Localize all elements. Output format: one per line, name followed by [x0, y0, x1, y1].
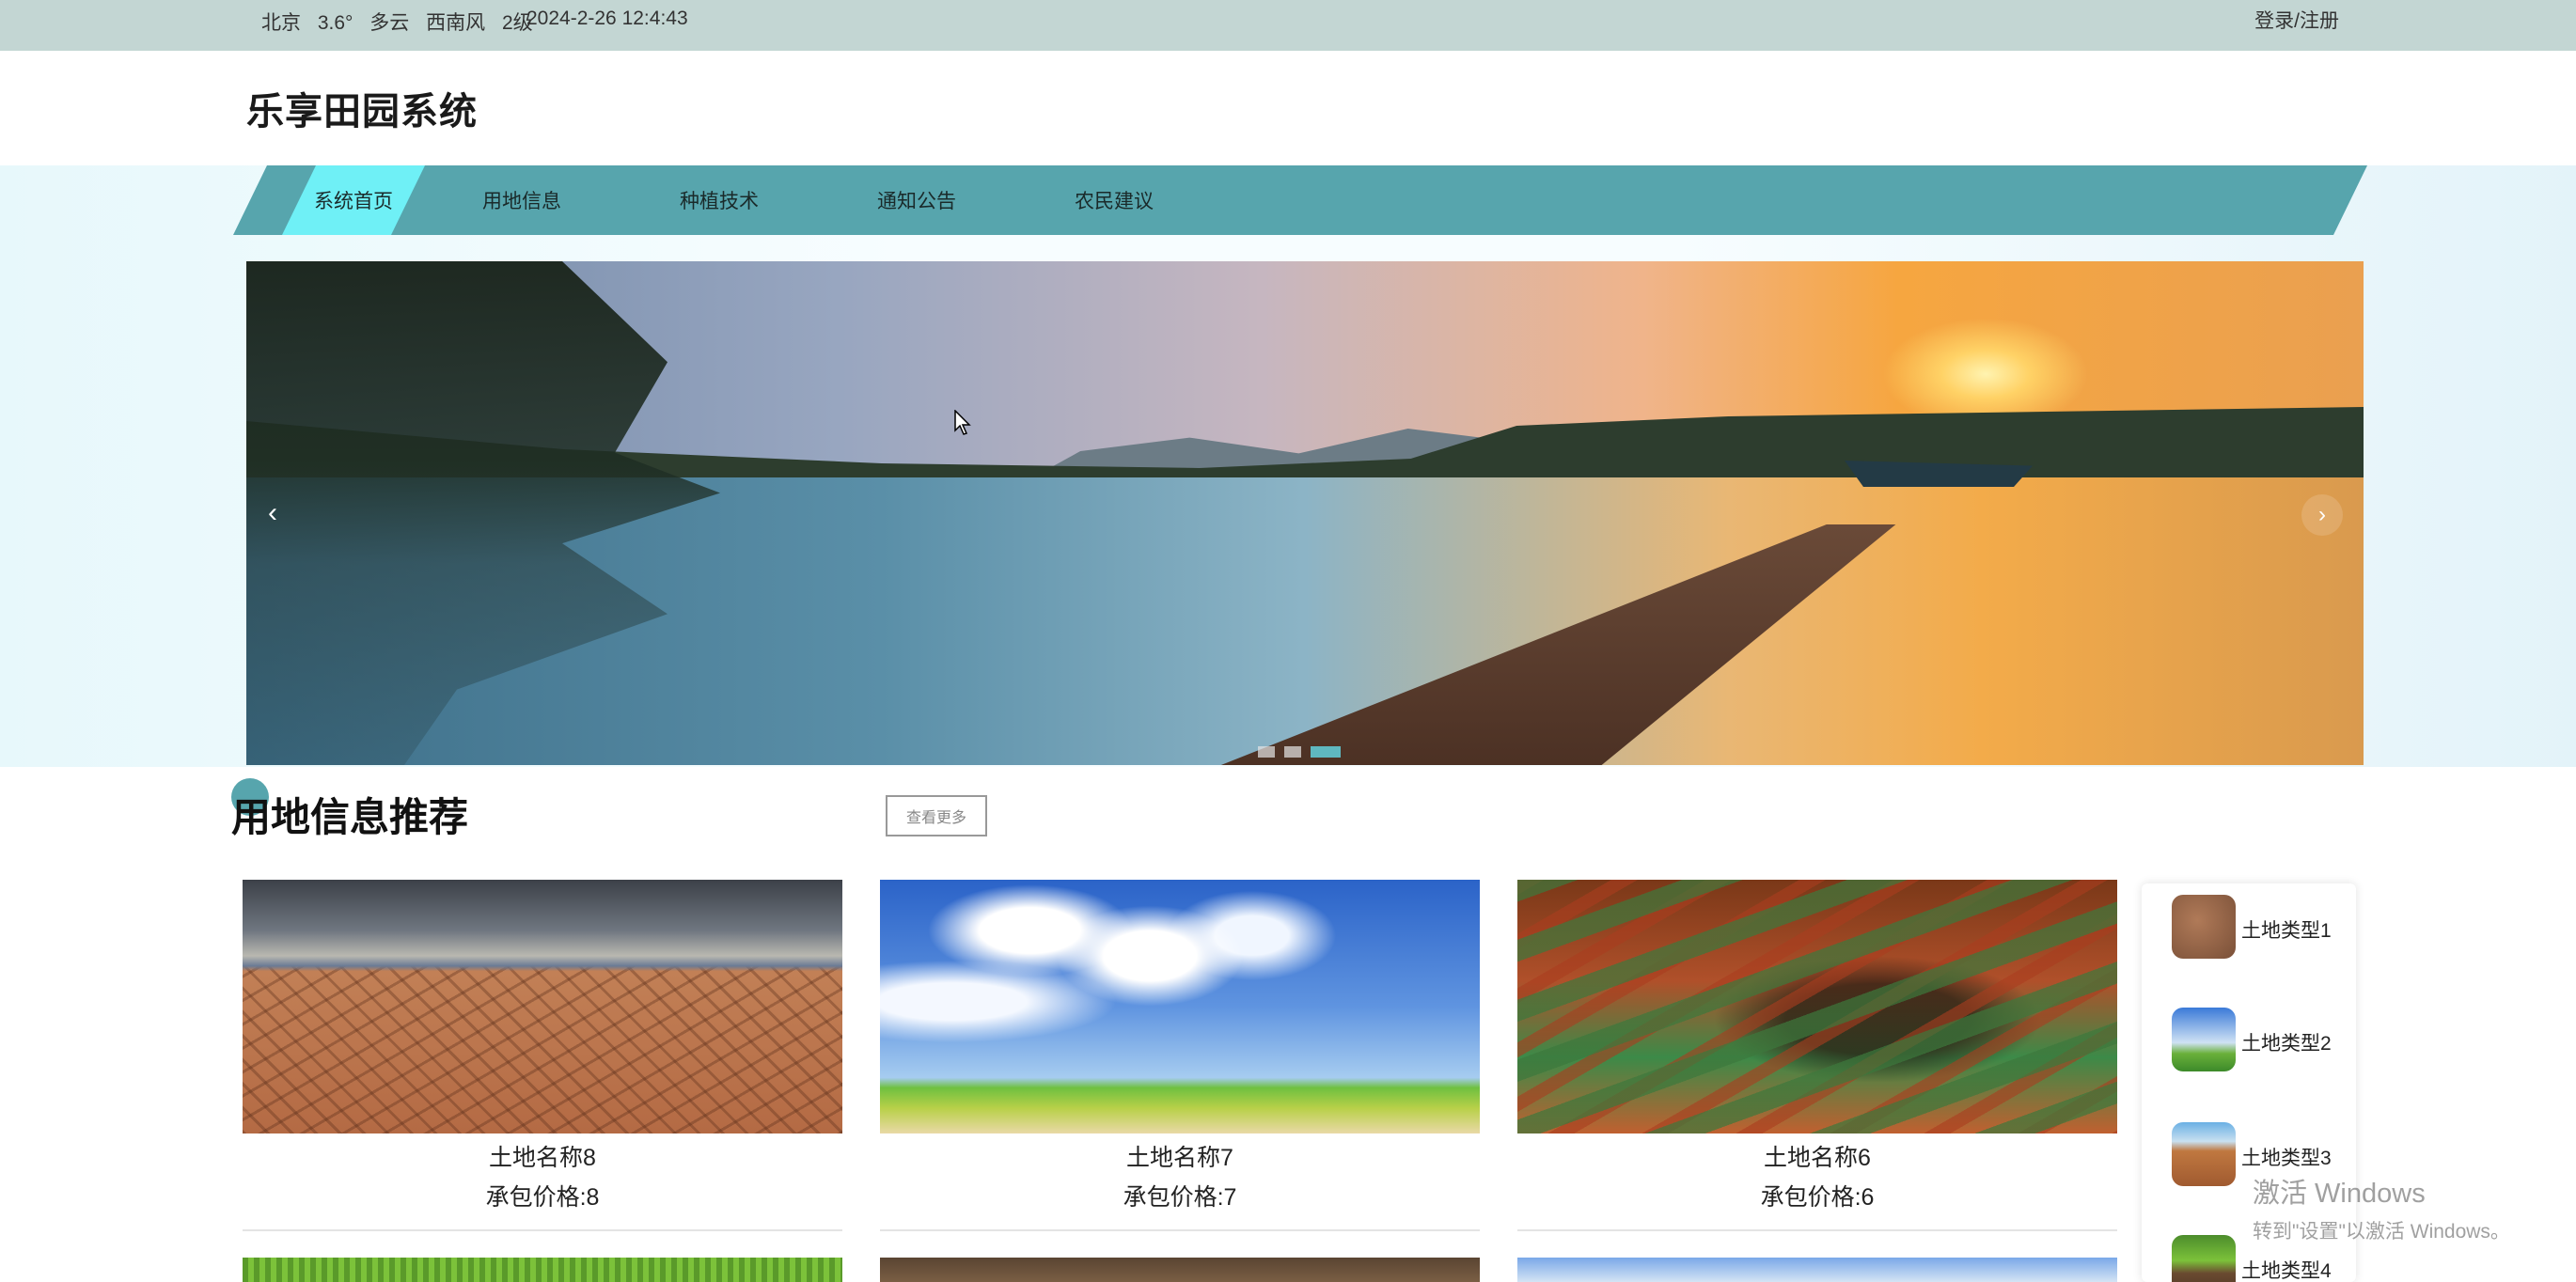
land-type-label: 土地类型2 [2241, 1033, 2332, 1055]
land-card-image[interactable] [880, 880, 1480, 1133]
weather-temperature: 3.6° [317, 12, 353, 34]
watermark-title: 激活 Windows [2253, 1179, 2426, 1209]
windows-activation-watermark: 激活 Windows 转到"设置"以激活 Windows。 [2253, 1171, 2510, 1244]
land-card-image[interactable] [880, 1258, 1480, 1282]
login-register-link[interactable]: 登录/注册 [2254, 6, 2339, 34]
land-card-price: 承包价格:7 [1123, 1184, 1237, 1211]
land-type-label: 土地类型3 [2241, 1148, 2332, 1169]
land-card-image[interactable] [1517, 1258, 2117, 1282]
land-card-price: 承包价格:6 [1760, 1184, 1875, 1211]
section-title: 用地信息推荐 [231, 794, 469, 840]
nav-item-farmer-suggestions[interactable]: 农民建议 [1025, 165, 1203, 235]
weather-wind: 西南风 [426, 12, 486, 34]
carousel-prev-button[interactable]: ‹ [254, 491, 291, 536]
nav-item-label: 农民建议 [1075, 191, 1154, 212]
nav-item-label: 通知公告 [877, 191, 956, 212]
carousel-dot-3[interactable] [1311, 746, 1341, 758]
nav-item-planting-tech[interactable]: 种植技术 [630, 165, 809, 235]
mouse-cursor-icon [954, 410, 971, 435]
weather-info: 北京 3.6° 多云 西南风 2级 [261, 8, 544, 36]
land-type-image [2172, 1122, 2236, 1186]
current-datetime: 2024-2-26 12:4:43 [526, 8, 688, 29]
card-divider [243, 1229, 842, 1231]
land-card[interactable]: 土地名称7 承包价格:7 [880, 880, 1480, 1231]
land-type-item[interactable]: 土地类型2 [2172, 1008, 2350, 1071]
nav-item-notices[interactable]: 通知公告 [827, 165, 1006, 235]
watermark-subtitle: 转到"设置"以激活 Windows。 [2253, 1221, 2510, 1243]
land-card-image[interactable] [1517, 880, 2117, 1133]
land-card-image[interactable] [243, 1258, 842, 1282]
land-type-item[interactable]: 土地类型1 [2172, 895, 2350, 959]
weather-city: 北京 [261, 12, 301, 34]
land-card-price: 承包价格:8 [485, 1184, 600, 1211]
carousel-dot-1[interactable] [1258, 746, 1275, 758]
land-card-image[interactable] [243, 880, 842, 1133]
card-divider [880, 1229, 1480, 1231]
carousel-dot-2[interactable] [1284, 746, 1301, 758]
land-type-image [2172, 1235, 2236, 1282]
land-card-name: 土地名称7 [1126, 1145, 1233, 1171]
top-info-bar: 北京 3.6° 多云 西南风 2级 2024-2-26 12:4:43 登录/注… [0, 0, 2576, 51]
nav-item-label: 系统首页 [314, 191, 393, 212]
carousel-next-button[interactable]: › [2301, 494, 2343, 536]
weather-condition: 多云 [369, 12, 410, 34]
land-type-label: 土地类型4 [2241, 1260, 2332, 1282]
nav-item-label: 种植技术 [680, 191, 759, 212]
land-card-name: 土地名称6 [1764, 1145, 1871, 1171]
nav-item-label: 用地信息 [482, 191, 561, 212]
site-header: 乐享田园系统 [0, 51, 2576, 165]
nav-item-home[interactable]: 系统首页 [282, 165, 425, 235]
nav-item-land-info[interactable]: 用地信息 [432, 165, 611, 235]
land-type-image [2172, 895, 2236, 959]
view-more-button[interactable]: 查看更多 [886, 795, 987, 836]
card-divider [1517, 1229, 2117, 1231]
main-nav: 系统首页 用地信息 种植技术 通知公告 农民建议 [233, 165, 2367, 235]
carousel-indicators [1258, 746, 1341, 758]
banner-carousel: ‹ › [246, 261, 2364, 765]
land-type-label: 土地类型1 [2241, 920, 2332, 942]
land-type-image [2172, 1008, 2236, 1071]
site-title: 乐享田园系统 [246, 90, 478, 133]
land-card-name: 土地名称8 [489, 1145, 596, 1171]
land-card[interactable]: 土地名称8 承包价格:8 [243, 880, 842, 1231]
land-card[interactable]: 土地名称6 承包价格:6 [1517, 880, 2117, 1231]
